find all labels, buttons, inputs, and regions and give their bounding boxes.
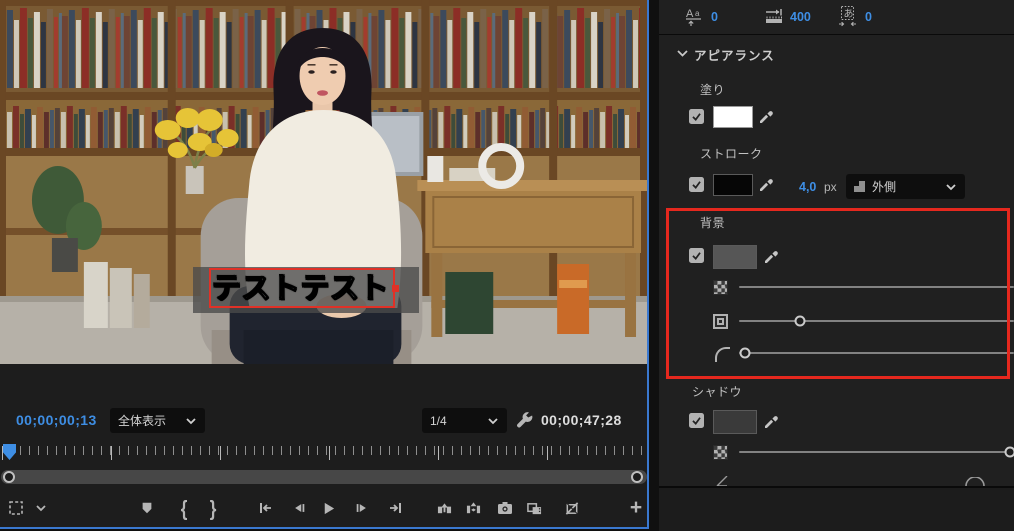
zoom-level-select[interactable]: 全体表示 [110,408,205,433]
tracking-icon[interactable] [764,8,784,25]
section-collapse-chevron-icon[interactable] [676,49,689,58]
background-opacity-icon [713,280,728,295]
current-timecode[interactable]: 00;00;00;13 [16,412,97,428]
premiere-pro-workspace: テストテスト 00;00;00;13 全体表示 1/4 00;00;47;28 [0,0,1014,531]
background-corner-radius-icon [715,347,730,362]
stroke-width-unit: px [824,180,837,194]
text-properties-panel: A a 0 400 あ 0 アピアランス 塗り ストローク [659,0,1014,531]
shadow-eyedropper-icon[interactable] [763,411,780,428]
fill-checkbox[interactable] [689,109,704,124]
panel-empty-area [659,488,1014,531]
timeline-ruler[interactable] [0,446,649,463]
slider-handle[interactable] [739,348,750,359]
shadow-label: シャドウ [692,383,742,400]
shadow-angle-icon [715,476,729,486]
background-opacity-slider[interactable] [739,280,1014,294]
lift-button[interactable] [431,495,457,521]
shadow-opacity-slider[interactable] [739,445,1014,459]
safe-margins-button[interactable] [3,495,29,521]
playback-resolution-value: 1/4 [430,414,487,428]
step-back-button[interactable] [286,495,312,521]
appearance-section-title[interactable]: アピアランス [694,45,775,64]
play-button[interactable] [315,495,341,521]
mark-in-button[interactable]: { [171,492,197,525]
shadow-checkbox[interactable] [689,413,704,428]
horizontal-scrollbar[interactable] [1,470,647,484]
chevron-down-icon [185,417,197,425]
background-color-swatch[interactable] [713,245,757,269]
slider-handle[interactable] [794,316,805,327]
tsume-icon[interactable]: あ [838,5,857,27]
background-size-icon [713,314,728,329]
tracking-value[interactable]: 400 [790,10,811,24]
caption-text[interactable]: テストテスト [212,270,394,308]
monitor-settings-chevron[interactable] [28,495,54,521]
baseline-shift-value[interactable]: 0 [711,10,718,24]
multi-camera-view-button[interactable] [559,495,585,521]
stroke-eyedropper-icon[interactable] [758,174,775,191]
extract-button[interactable] [460,495,486,521]
svg-text:あ: あ [844,8,854,20]
settings-wrench-icon[interactable] [515,411,535,431]
baseline-shift-icon[interactable]: A a [685,7,704,27]
background-corner-radius-slider[interactable] [739,346,1014,360]
stroke-label: ストローク [700,145,763,162]
chevron-down-icon [487,417,499,425]
svg-text:a: a [695,9,700,18]
program-monitor-panel: テストテスト 00;00;00;13 全体表示 1/4 00;00;47;28 [0,0,649,529]
stroke-position-value: 外側 [872,178,945,195]
mark-out-button[interactable]: } [200,492,226,525]
slider-track[interactable] [739,352,1014,354]
go-to-out-button[interactable] [382,495,408,521]
step-forward-button[interactable] [348,495,374,521]
chevron-down-icon [945,183,957,191]
playback-resolution-select[interactable]: 1/4 [422,408,507,433]
stroke-position-select[interactable]: 外側 [846,174,965,199]
slider-track[interactable] [739,320,1014,322]
scrollbar-right-handle[interactable] [631,471,643,483]
zoom-level-value: 全体表示 [118,412,185,429]
fill-label: 塗り [700,81,725,98]
stroke-color-swatch[interactable] [713,174,753,196]
caption-selection-handle[interactable] [392,285,399,292]
scrollbar-left-handle[interactable] [3,471,15,483]
background-checkbox[interactable] [689,248,704,263]
slider-track[interactable] [739,451,1014,453]
stroke-width-value[interactable]: 4,0 [799,180,816,194]
comparison-view-button[interactable] [521,495,547,521]
video-preview[interactable]: テストテスト [0,0,647,364]
go-to-in-button[interactable] [252,495,278,521]
stroke-position-icon [854,181,865,192]
stroke-checkbox[interactable] [689,177,704,192]
background-label: 背景 [700,214,725,231]
add-marker-button[interactable] [134,495,160,521]
shadow-color-swatch[interactable] [713,410,757,434]
fill-color-swatch[interactable] [713,106,753,128]
export-frame-button[interactable] [492,495,518,521]
slider-track[interactable] [739,286,1014,288]
background-size-slider[interactable] [739,314,1014,328]
svg-text:A: A [686,8,694,20]
button-editor-add-button[interactable]: + [623,495,649,521]
slider-handle[interactable] [1004,447,1014,458]
divider [659,34,1014,35]
shadow-angle-dial-icon [964,477,986,486]
tsume-value[interactable]: 0 [865,10,872,24]
fill-eyedropper-icon[interactable] [758,106,775,123]
sequence-duration-timecode: 00;00;47;28 [541,412,622,428]
shadow-opacity-icon [713,445,728,460]
background-eyedropper-icon[interactable] [763,246,780,263]
